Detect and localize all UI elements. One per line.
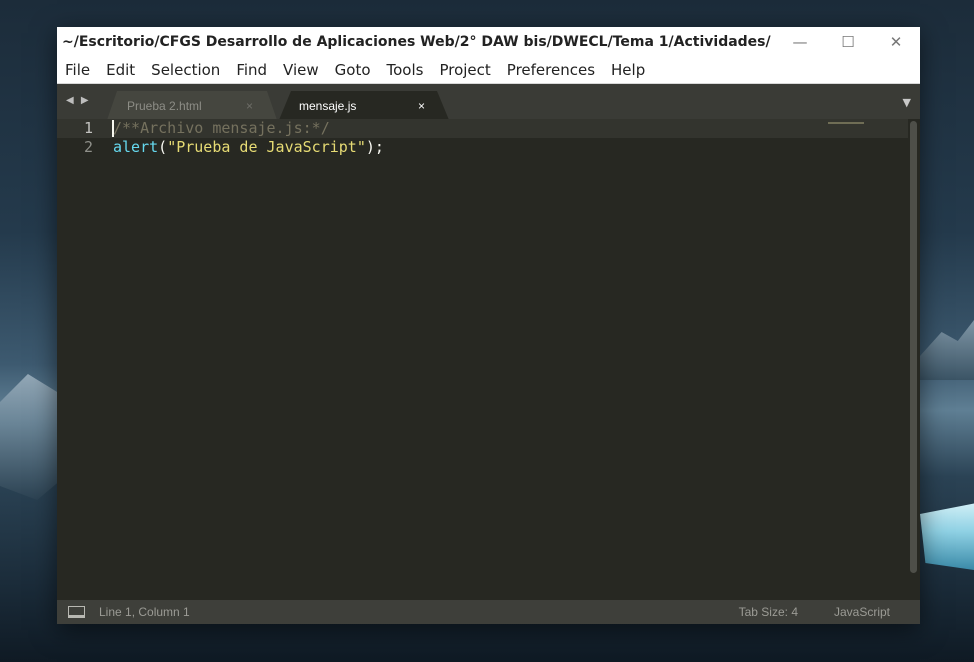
window-controls: — ☐ ✕ xyxy=(776,27,920,57)
status-bar: Line 1, Column 1 Tab Size: 4 JavaScript xyxy=(57,600,920,624)
code-line-1: /**Archivo mensaje.js:*/ xyxy=(113,119,330,138)
code-line-2: alert("Prueba de JavaScript"); xyxy=(113,138,384,157)
minimize-button[interactable]: — xyxy=(776,27,824,57)
menu-preferences[interactable]: Preferences xyxy=(499,57,603,83)
maximize-button[interactable]: ☐ xyxy=(824,27,872,57)
menu-file[interactable]: File xyxy=(57,57,98,83)
cursor-position[interactable]: Line 1, Column 1 xyxy=(99,605,190,619)
tab-label: mensaje.js xyxy=(299,98,357,113)
code-comment: /**Archivo mensaje.js:*/ xyxy=(113,119,330,137)
code-punctuation: ( xyxy=(158,138,168,156)
menu-selection[interactable]: Selection xyxy=(143,57,228,83)
menu-edit[interactable]: Edit xyxy=(98,57,143,83)
code-punctuation: ); xyxy=(365,138,384,156)
background-ice-right xyxy=(920,503,974,570)
menu-find[interactable]: Find xyxy=(228,57,275,83)
tab-mensaje-js[interactable]: mensaje.js × xyxy=(279,91,449,120)
line-number: 2 xyxy=(83,138,93,156)
panel-toggle-icon[interactable] xyxy=(68,606,85,618)
menu-goto[interactable]: Goto xyxy=(327,57,379,83)
scrollbar-thumb[interactable] xyxy=(910,121,917,573)
window-title: ~/Escritorio/CFGS Desarrollo de Aplicaci… xyxy=(62,34,771,50)
menu-project[interactable]: Project xyxy=(431,57,498,83)
menu-view[interactable]: View xyxy=(275,57,327,83)
background-ice-left xyxy=(0,374,62,500)
line-number: 1 xyxy=(83,119,93,137)
menu-tools[interactable]: Tools xyxy=(379,57,432,83)
close-button[interactable]: ✕ xyxy=(872,27,920,57)
tab-close-icon[interactable]: × xyxy=(418,99,425,113)
tab-close-icon[interactable]: × xyxy=(246,99,253,113)
title-bar[interactable]: ~/Escritorio/CFGS Desarrollo de Aplicaci… xyxy=(57,27,920,57)
minimap[interactable] xyxy=(828,122,864,124)
menu-bar: File Edit Selection Find View Goto Tools… xyxy=(57,57,920,84)
menu-help[interactable]: Help xyxy=(603,57,653,83)
tab-label: Prueba 2.html xyxy=(127,98,202,113)
tab-bar: ◀ ▶ Prueba 2.html × mensaje.js × ▼ xyxy=(57,84,920,120)
code-string: "Prueba de JavaScript" xyxy=(167,138,366,156)
background-mountain xyxy=(920,320,974,380)
code-function: alert xyxy=(113,138,159,156)
code-editor[interactable]: 1 2 /**Archivo mensaje.js:*/ alert("Prue… xyxy=(57,119,920,600)
tab-dropdown-icon[interactable]: ▼ xyxy=(903,96,911,109)
syntax-indicator[interactable]: JavaScript xyxy=(834,605,890,619)
editor-window: ~/Escritorio/CFGS Desarrollo de Aplicaci… xyxy=(57,27,920,624)
tab-nav-arrows-icon[interactable]: ◀ ▶ xyxy=(66,95,91,106)
tab-prueba-2-html[interactable]: Prueba 2.html × xyxy=(107,91,277,120)
line-number-gutter: 1 2 xyxy=(57,119,101,600)
tab-size-indicator[interactable]: Tab Size: 4 xyxy=(739,605,798,619)
vertical-scrollbar[interactable] xyxy=(909,121,918,573)
